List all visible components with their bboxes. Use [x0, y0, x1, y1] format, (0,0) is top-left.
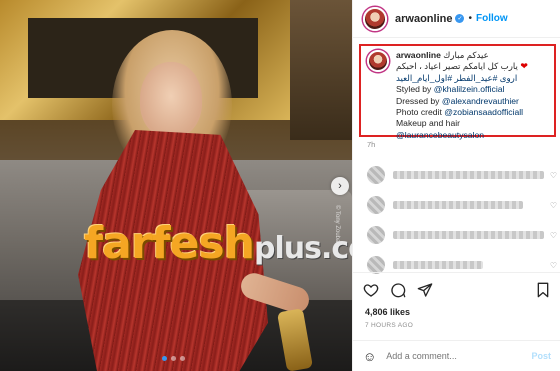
caption-time: 7h — [367, 140, 376, 149]
caption-highlight: arwaonline عيدكم مبارك ❤ يارب كل ايامكم … — [359, 44, 556, 140]
follow-button[interactable]: Follow — [476, 13, 508, 24]
heart-icon[interactable] — [363, 282, 379, 298]
carousel-dot — [180, 356, 185, 361]
chevron-right-icon: › — [338, 180, 342, 192]
carousel-dot — [162, 356, 167, 361]
caption-username[interactable]: arwaonline — [396, 50, 441, 60]
comment-input[interactable] — [386, 351, 532, 361]
farfesh-watermark: farfeshplus.com — [84, 218, 352, 269]
comment-avatar-blurred[interactable] — [367, 196, 385, 214]
woman-face — [140, 62, 202, 138]
action-bar — [353, 272, 560, 306]
styled-by-link[interactable]: @khalilzein.official — [434, 84, 505, 94]
header-separator: • — [468, 13, 472, 24]
dressed-by-link[interactable]: @alexandrevauthier — [442, 96, 519, 106]
header-username[interactable]: arwaonline — [395, 13, 452, 25]
list-item: ♡ — [367, 220, 557, 250]
caption-line1: عيدكم مبارك — [443, 50, 489, 60]
list-item: ♡ — [367, 160, 557, 190]
comment-like-icon[interactable]: ♡ — [550, 261, 557, 270]
post-header: arwaonline ✓ • Follow — [353, 0, 560, 38]
caption-line2: يارب كل ايامكم تصير اعياد ، احبكم — [396, 61, 518, 72]
watermark-main: farfesh — [84, 218, 255, 269]
share-icon[interactable] — [417, 282, 433, 298]
verified-badge-icon: ✓ — [455, 14, 465, 23]
makeup-link[interactable]: @laurancebeautysalon — [396, 130, 484, 140]
styled-by-label: Styled by — [396, 84, 432, 95]
caption-text: arwaonline عيدكم مبارك ❤ يارب كل ايامكم … — [396, 50, 550, 140]
comment-avatar-blurred[interactable] — [367, 166, 385, 184]
comments-list: ♡ ♡ ♡ ♡ — [367, 160, 557, 280]
watermark-plus: plus.com — [254, 231, 352, 266]
post-side-panel: arwaonline ✓ • Follow arwaonline عيدكم م… — [352, 0, 560, 371]
post-photo[interactable]: © Tony Zoubaa farfeshplus.com › — [0, 0, 352, 371]
photo-credit-link[interactable]: @zobiansaadofficiall — [444, 107, 523, 117]
caption-avatar[interactable] — [367, 50, 389, 72]
comment-like-icon[interactable]: ♡ — [550, 201, 557, 210]
comment-text-blurred — [393, 261, 483, 269]
comment-icon[interactable] — [390, 282, 406, 298]
carousel-dot — [171, 356, 176, 361]
comment-text-blurred — [393, 171, 544, 179]
caption-hashtags[interactable]: اروى #عيد_الفطر #اول_ايام_العيد — [396, 73, 517, 83]
post-timestamp: 7 HOURS AGO — [365, 322, 414, 329]
makeup-label: Makeup and hair — [396, 118, 461, 129]
background-panel — [290, 0, 352, 140]
comment-like-icon[interactable]: ♡ — [550, 231, 557, 240]
emoji-icon[interactable]: ☺ — [363, 349, 376, 364]
comment-avatar-blurred[interactable] — [367, 226, 385, 244]
comment-text-blurred — [393, 231, 544, 239]
photo-credit-label: Photo credit — [396, 107, 442, 118]
heart-emoji-icon: ❤ — [520, 61, 528, 72]
carousel-dots — [162, 356, 185, 361]
next-photo-button[interactable]: › — [331, 177, 349, 195]
post-button[interactable]: Post — [531, 351, 551, 361]
dressed-by-label: Dressed by — [396, 95, 440, 106]
add-comment-bar: ☺ Post — [353, 340, 560, 371]
list-item: ♡ — [367, 190, 557, 220]
comment-like-icon[interactable]: ♡ — [550, 171, 557, 180]
likes-count[interactable]: 4,806 likes — [365, 307, 410, 317]
avatar[interactable] — [363, 6, 387, 31]
comment-text-blurred — [393, 201, 523, 209]
bookmark-icon[interactable] — [535, 282, 551, 298]
